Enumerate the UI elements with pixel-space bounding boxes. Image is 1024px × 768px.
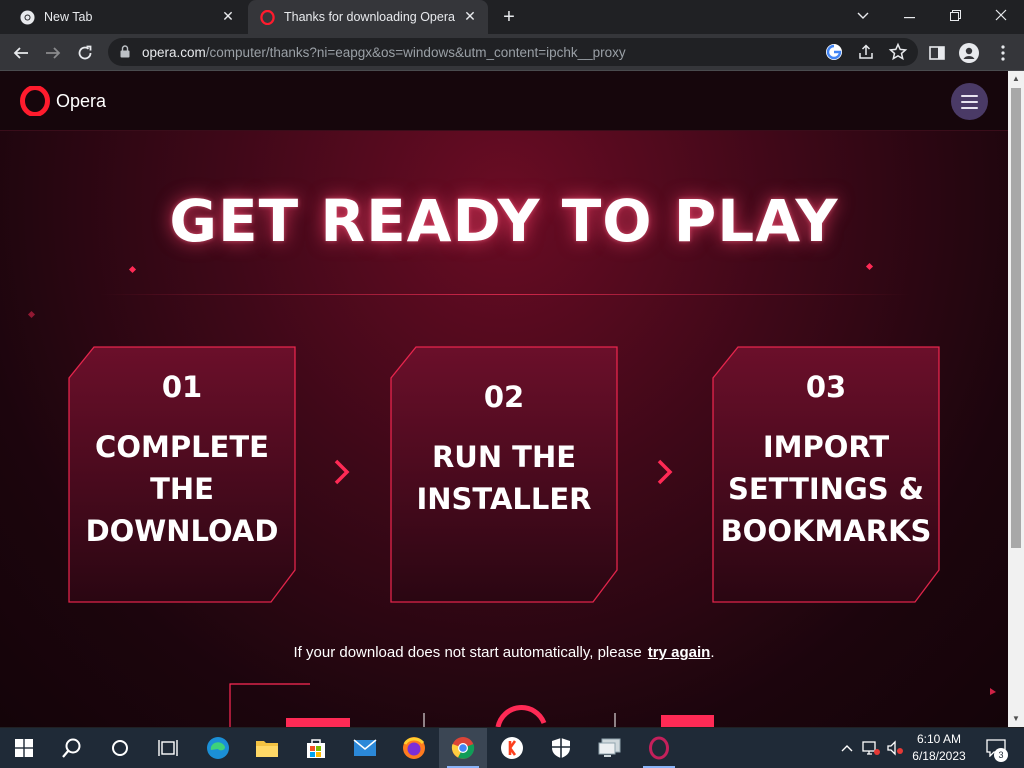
start-button[interactable]: [0, 728, 48, 768]
tab-title: Thanks for downloading Opera: [284, 10, 455, 24]
step-number: 02: [483, 380, 525, 414]
decorative-spark: [865, 262, 874, 271]
security-shield-icon[interactable]: [537, 728, 585, 768]
opera-logo[interactable]: Opera: [20, 86, 106, 116]
award-badges: [229, 683, 996, 727]
retry-text: If your download does not start automati…: [293, 644, 642, 661]
search-icon[interactable]: [48, 728, 96, 768]
decorative-spark: [128, 265, 137, 274]
scroll-down-icon[interactable]: ▼: [1008, 711, 1024, 727]
step-number: 03: [805, 370, 847, 404]
close-tab-icon[interactable]: ✕: [220, 8, 236, 24]
close-window-button[interactable]: [978, 0, 1024, 32]
chevron-right-icon: [657, 459, 673, 485]
windows-icon: [15, 739, 33, 757]
restore-button[interactable]: [932, 0, 978, 32]
opera-logo-icon: [20, 86, 50, 116]
tab-strip: New Tab ✕ Thanks for downloading Opera ✕…: [0, 0, 1024, 34]
try-again-link[interactable]: try again: [648, 644, 711, 661]
lock-icon: [120, 45, 130, 58]
windows-taskbar: 6:10 AM 6/18/2023 3: [0, 728, 1024, 768]
step-number: 01: [161, 370, 203, 404]
network-icon[interactable]: [860, 728, 882, 768]
remote-desktop-icon[interactable]: [586, 728, 634, 768]
tab-title: New Tab: [44, 10, 93, 24]
step-card-1: 01 COMPLETE THE DOWNLOAD: [66, 346, 298, 603]
share-icon[interactable]: [856, 42, 876, 62]
forward-icon[interactable]: [40, 40, 66, 66]
file-explorer-icon[interactable]: [243, 728, 291, 768]
opera-taskbar-icon[interactable]: [635, 728, 683, 768]
hero-divider: [100, 294, 910, 295]
site-header: Opera: [0, 71, 1008, 131]
hero-title: GET READY TO PLAY: [169, 187, 839, 255]
notification-center-icon[interactable]: 3: [978, 728, 1014, 768]
back-icon[interactable]: [8, 40, 34, 66]
hamburger-menu-button[interactable]: [951, 83, 988, 120]
chevron-right-icon: [334, 459, 350, 485]
notification-badge: 3: [994, 748, 1008, 762]
scroll-up-icon[interactable]: ▲: [1008, 71, 1024, 87]
download-retry-note: If your download does not start automati…: [293, 644, 715, 661]
decorative-spark: [27, 310, 36, 319]
chrome-icon: [20, 10, 35, 25]
volume-icon[interactable]: [884, 728, 906, 768]
show-hidden-icons[interactable]: [836, 728, 858, 768]
address-bar[interactable]: opera.com/computer/thanks?ni=eapgx&os=wi…: [108, 38, 918, 66]
page-scrollbar[interactable]: ▲ ▼: [1008, 71, 1024, 727]
bookmark-star-icon[interactable]: [888, 42, 908, 62]
clock-time: 6:10 AM: [916, 732, 962, 746]
step-label: IMPORT SETTINGS & BOOKMARKS: [720, 430, 932, 548]
clock-date: 6/18/2023: [912, 749, 966, 763]
system-clock[interactable]: 6:10 AM 6/18/2023: [906, 731, 972, 765]
step-card-3: 03 IMPORT SETTINGS & BOOKMARKS: [710, 346, 942, 603]
url-text: opera.com/computer/thanks?ni=eapgx&os=wi…: [142, 45, 626, 60]
new-tab-button[interactable]: +: [498, 6, 520, 28]
tab-new-tab[interactable]: New Tab ✕: [8, 0, 246, 34]
store-icon[interactable]: [292, 728, 340, 768]
step-label: RUN THE INSTALLER: [416, 440, 592, 516]
close-tab-icon[interactable]: ✕: [462, 8, 478, 24]
edge-icon[interactable]: [194, 728, 242, 768]
cortana-icon[interactable]: [96, 728, 144, 768]
chrome-taskbar-icon[interactable]: [439, 728, 487, 768]
tab-opera-thanks[interactable]: Thanks for downloading Opera ✕: [248, 0, 488, 34]
browser-toolbar: opera.com/computer/thanks?ni=eapgx&os=wi…: [0, 34, 1024, 71]
task-view-icon[interactable]: [144, 728, 192, 768]
firefox-icon[interactable]: [390, 728, 438, 768]
page-content: Opera GET READY TO PLAY 01 COMPLETE THE DO…: [0, 71, 1008, 727]
side-panel-icon[interactable]: [924, 40, 950, 66]
more-menu-icon[interactable]: [990, 40, 1016, 66]
step-card-2: 02 RUN THE INSTALLER: [388, 346, 620, 603]
scrollbar-thumb[interactable]: [1011, 88, 1021, 548]
mail-icon[interactable]: [341, 728, 389, 768]
tab-search-icon[interactable]: [840, 0, 886, 32]
step-label: COMPLETE THE DOWNLOAD: [85, 430, 279, 548]
google-icon[interactable]: [824, 42, 844, 62]
minimize-button[interactable]: [886, 0, 932, 32]
reload-icon[interactable]: [72, 40, 98, 66]
logo-text: Opera: [56, 90, 107, 111]
opera-icon: [260, 10, 275, 25]
yandex-icon[interactable]: [488, 728, 536, 768]
profile-icon[interactable]: [956, 40, 982, 66]
